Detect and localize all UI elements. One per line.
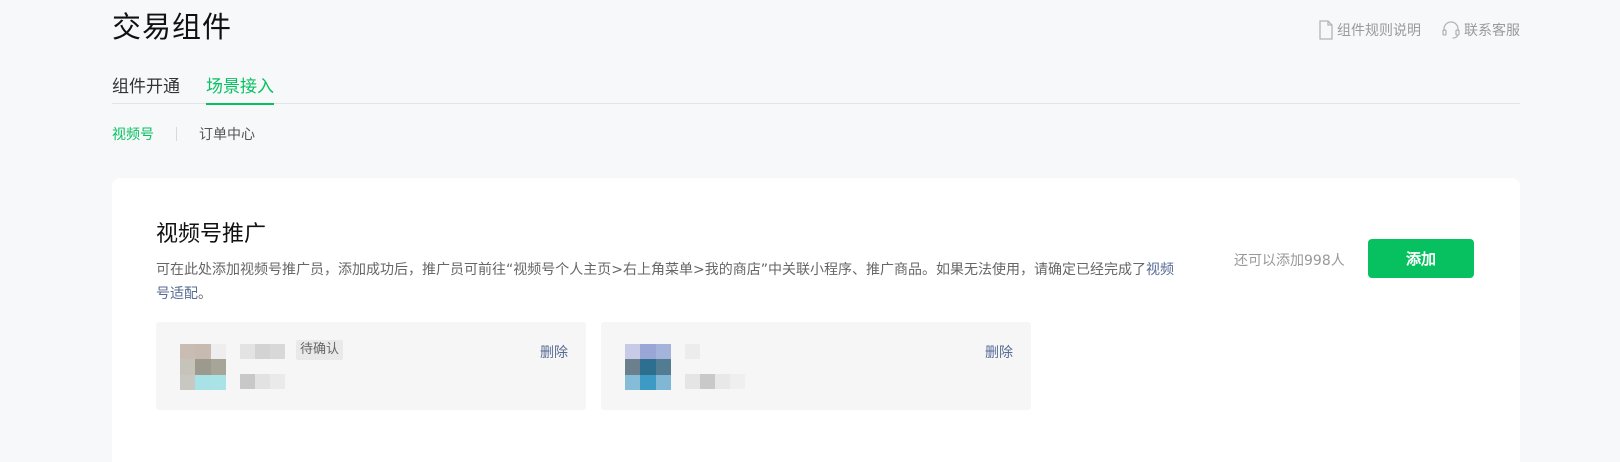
channels-promotion-card: 视频号推广 可在此处添加视频号推广员，添加成功后，推广员可前往“视频号个人主页>… <box>112 178 1520 462</box>
rules-link-label: 组件规则说明 <box>1337 23 1421 39</box>
main-tabs: 组件开通 场景接入 <box>112 72 1520 105</box>
top-links: 组件规则说明 联系客服 <box>1318 20 1520 40</box>
tab-component-activation[interactable]: 组件开通 <box>112 72 180 104</box>
subnav-item-order-center[interactable]: 订单中心 <box>199 124 255 144</box>
card-description-text: 可在此处添加视频号推广员，添加成功后，推广员可前往“视频号个人主页>右上角菜单>… <box>156 262 1146 278</box>
status-badge: 待确认 <box>296 340 344 360</box>
page-title: 交易组件 <box>112 10 233 44</box>
delete-button[interactable]: 删除 <box>540 342 568 362</box>
member-name-blurred <box>240 344 285 359</box>
avatar <box>180 344 226 390</box>
subnav-item-channels[interactable]: 视频号 <box>112 124 154 144</box>
avatar <box>625 344 671 390</box>
headset-icon <box>1441 20 1461 40</box>
member-card: 删除 <box>601 322 1031 410</box>
support-link[interactable]: 联系客服 <box>1441 20 1520 40</box>
rules-link[interactable]: 组件规则说明 <box>1318 20 1421 40</box>
delete-button[interactable]: 删除 <box>985 342 1013 362</box>
support-link-label: 联系客服 <box>1464 23 1520 39</box>
quota-text: 还可以添加998人 <box>1234 253 1345 269</box>
subnav-divider <box>176 127 177 141</box>
document-icon <box>1318 20 1334 40</box>
tab-scene-access[interactable]: 场景接入 <box>206 72 274 105</box>
member-id-blurred <box>240 374 285 389</box>
member-card: 待确认 删除 <box>156 322 586 410</box>
member-name-blurred <box>685 344 700 359</box>
add-button[interactable]: 添加 <box>1368 239 1474 278</box>
subnav: 视频号 订单中心 <box>112 124 255 144</box>
card-description-end: 。 <box>198 286 212 302</box>
card-description: 可在此处添加视频号推广员，添加成功后，推广员可前往“视频号个人主页>右上角菜单>… <box>156 258 1186 306</box>
card-title: 视频号推广 <box>156 222 267 247</box>
member-id-blurred <box>685 374 745 389</box>
